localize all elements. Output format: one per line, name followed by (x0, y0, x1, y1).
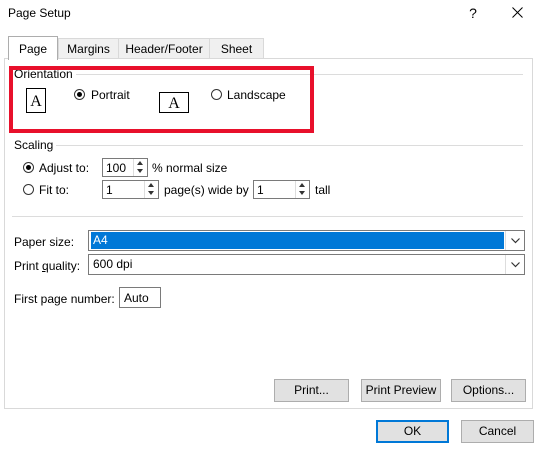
close-icon (511, 7, 523, 18)
fit-wide-up-arrow[interactable] (145, 181, 158, 189)
adjust-to-value[interactable]: 100 (106, 161, 126, 175)
adjust-to-stepper[interactable]: 100 (102, 158, 148, 177)
spin-up-icon (148, 183, 154, 187)
tab-page[interactable]: Page (8, 36, 58, 60)
fit-wide-spin-arrows[interactable] (144, 181, 158, 198)
print-quality-value[interactable]: 600 dpi (91, 256, 132, 273)
fit-tall-up-arrow[interactable] (296, 181, 309, 189)
fit-tall-stepper[interactable]: 1 (253, 180, 310, 199)
fit-to-radio[interactable] (23, 184, 34, 195)
fit-wide-down-arrow[interactable] (145, 189, 158, 197)
fit-wide-stepper[interactable]: 1 (102, 180, 159, 199)
fit-wide-suffix: page(s) wide by (164, 183, 249, 197)
adjust-to-spin-arrows[interactable] (133, 159, 147, 176)
first-page-number-input[interactable]: Auto (119, 287, 161, 308)
fit-tall-value[interactable]: 1 (257, 183, 264, 197)
paper-size-label: Paper size: (14, 235, 75, 249)
print-quality-select[interactable]: 600 dpi (88, 254, 525, 275)
adjust-to-radio[interactable] (23, 162, 34, 173)
fit-wide-value[interactable]: 1 (106, 183, 113, 197)
spin-down-icon (299, 191, 305, 195)
spin-up-icon (299, 183, 305, 187)
spin-down-icon (137, 169, 143, 173)
print-quality-label: Print quality: (14, 259, 81, 273)
adjust-to-suffix: % normal size (152, 161, 228, 175)
print-button[interactable]: Print... (274, 379, 349, 402)
scaling-divider (56, 145, 523, 146)
fit-tall-suffix: tall (315, 183, 331, 197)
scaling-bottom-divider (12, 216, 523, 217)
tab-sheet[interactable]: Sheet (209, 38, 264, 58)
print-quality-dropdown[interactable] (505, 255, 524, 274)
spin-up-icon (137, 161, 143, 165)
adjust-down-arrow[interactable] (134, 167, 147, 175)
orientation-highlight-box (9, 66, 314, 133)
first-page-number-label: First page number: (14, 292, 115, 306)
paper-size-select[interactable]: A4 (88, 230, 525, 251)
fit-tall-spin-arrows[interactable] (295, 181, 309, 198)
window-title: Page Setup (8, 6, 71, 20)
cancel-button[interactable]: Cancel (461, 420, 534, 443)
close-button[interactable] (502, 2, 532, 24)
adjust-up-arrow[interactable] (134, 159, 147, 167)
adjust-to-label[interactable]: Adjust to: (39, 161, 89, 175)
chevron-down-icon (510, 262, 520, 268)
fit-tall-down-arrow[interactable] (296, 189, 309, 197)
tab-margins[interactable]: Margins (58, 38, 119, 58)
ok-button[interactable]: OK (376, 420, 449, 443)
options-button[interactable]: Options... (451, 379, 526, 402)
paper-size-dropdown[interactable] (505, 231, 524, 250)
fit-to-label[interactable]: Fit to: (39, 183, 69, 197)
tab-header-footer[interactable]: Header/Footer (118, 38, 210, 58)
paper-size-value[interactable]: A4 (91, 232, 504, 249)
scaling-label: Scaling (14, 138, 57, 152)
help-button[interactable]: ? (461, 2, 485, 24)
chevron-down-icon (510, 238, 520, 244)
first-page-number-value[interactable]: Auto (124, 291, 149, 305)
spin-down-icon (148, 191, 154, 195)
print-preview-button[interactable]: Print Preview (361, 379, 441, 402)
